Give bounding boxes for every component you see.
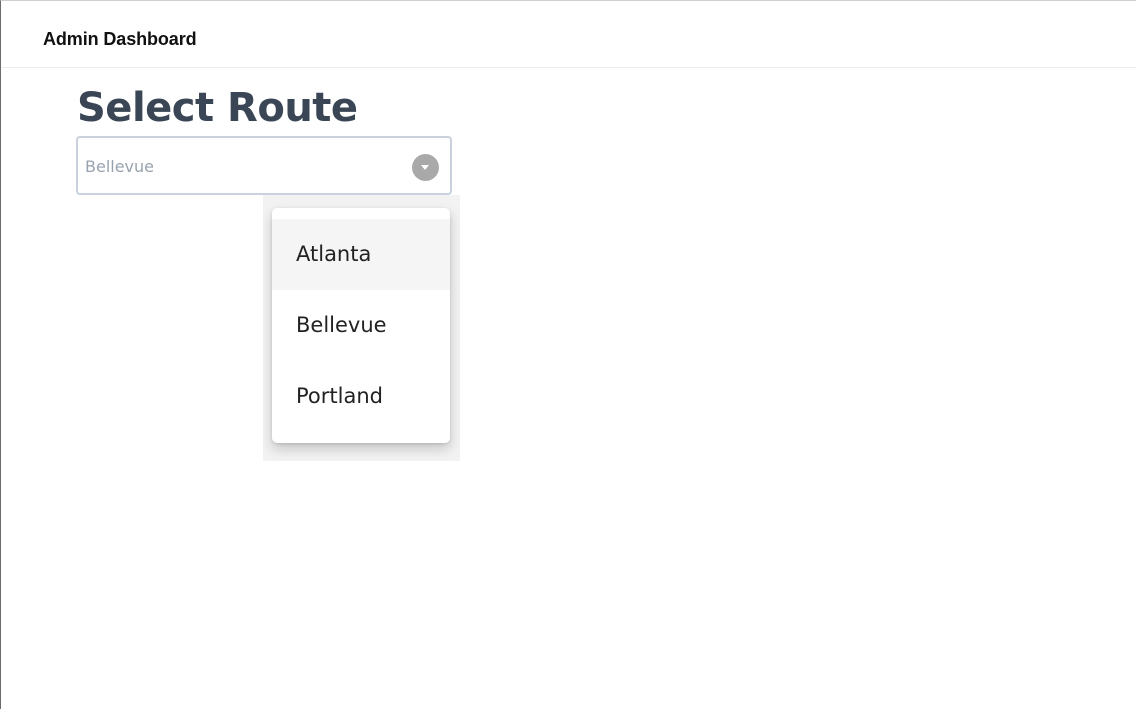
route-options-list: Atlanta Bellevue Portland [272, 219, 450, 432]
app-window: Admin Dashboard Select Route Bellevue At… [0, 0, 1136, 709]
route-option-portland[interactable]: Portland [272, 361, 450, 432]
route-option-bellevue[interactable]: Bellevue [272, 290, 450, 361]
top-navbar: Admin Dashboard [2, 1, 1136, 68]
chevron-down-icon[interactable] [412, 154, 439, 181]
route-option-atlanta[interactable]: Atlanta [272, 219, 450, 290]
page-title: Select Route [77, 85, 358, 131]
route-dropdown-menu: Atlanta Bellevue Portland [272, 208, 450, 443]
route-select-value: Bellevue [85, 157, 155, 176]
app-title[interactable]: Admin Dashboard [43, 29, 197, 50]
route-select[interactable]: Bellevue [76, 136, 452, 195]
